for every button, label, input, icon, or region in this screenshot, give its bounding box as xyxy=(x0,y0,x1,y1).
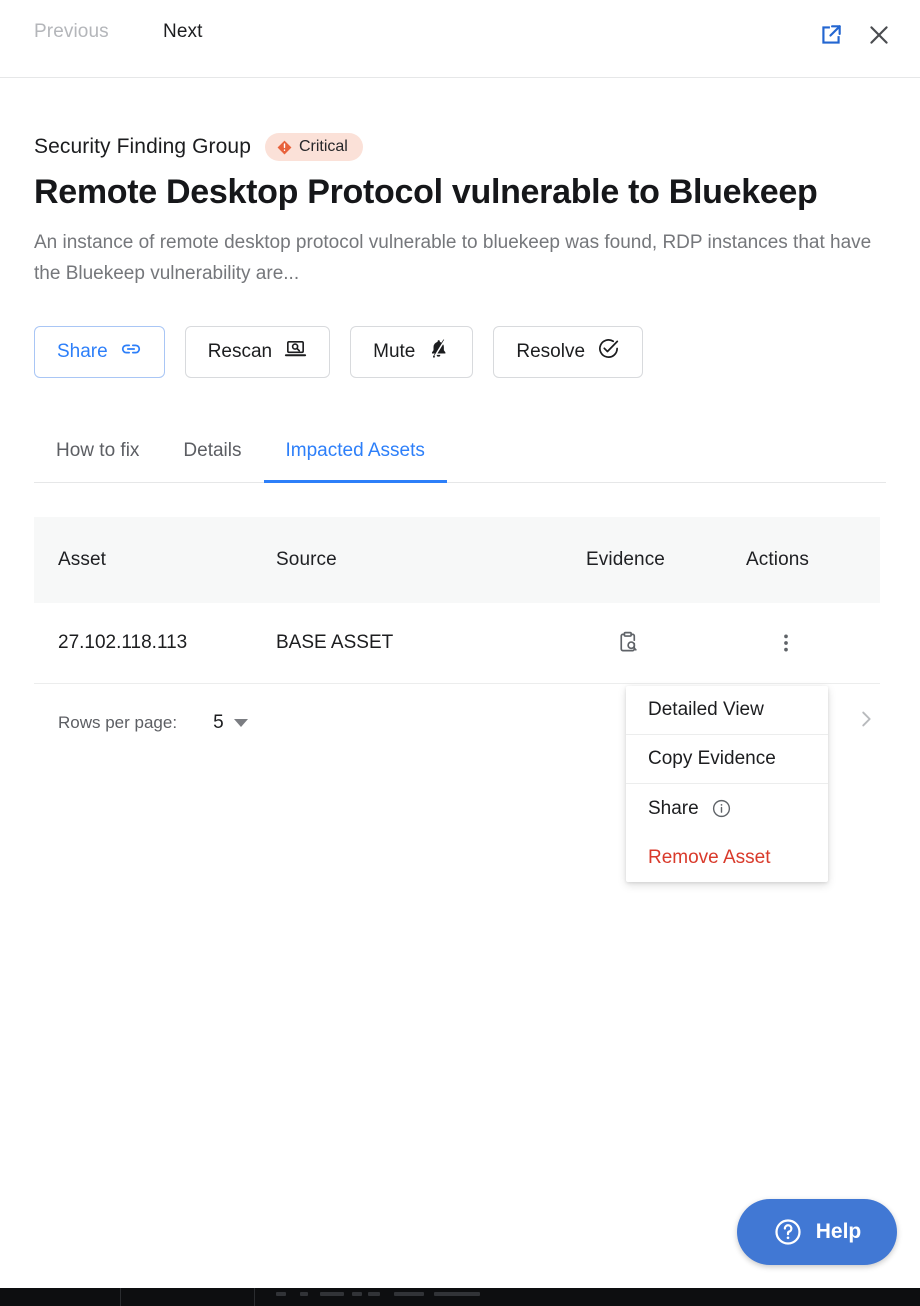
panel-topbar: Previous Next xyxy=(0,0,920,78)
external-link-icon[interactable] xyxy=(818,22,844,48)
resolve-button-label: Resolve xyxy=(516,340,586,362)
cell-actions xyxy=(746,631,880,655)
menu-item-remove-asset[interactable]: Remove Asset xyxy=(626,833,828,882)
previous-button[interactable]: Previous xyxy=(34,21,109,43)
laptop-scan-icon xyxy=(284,337,307,366)
chevron-right-icon xyxy=(855,708,877,735)
menu-item-copy-evidence[interactable]: Copy Evidence xyxy=(626,735,828,784)
column-header-evidence: Evidence xyxy=(586,548,665,570)
close-icon[interactable] xyxy=(866,22,892,48)
tab-how-to-fix[interactable]: How to fix xyxy=(34,430,161,483)
cell-asset: 27.102.118.113 xyxy=(58,631,188,653)
page-title: Remote Desktop Protocol vulnerable to Bl… xyxy=(34,173,818,211)
rows-per-page-value: 5 xyxy=(213,711,224,733)
menu-item-share[interactable]: Share xyxy=(626,784,828,833)
bottom-dark-strip xyxy=(0,1288,920,1306)
tab-impacted-assets[interactable]: Impacted Assets xyxy=(263,430,447,483)
resolve-button[interactable]: Resolve xyxy=(493,325,644,378)
menu-item-label: Remove Asset xyxy=(648,846,771,868)
menu-item-label: Share xyxy=(648,797,699,819)
rescan-button[interactable]: Rescan xyxy=(184,325,331,378)
severity-diamond-icon xyxy=(277,140,292,155)
rescan-button-label: Rescan xyxy=(207,340,273,362)
info-icon[interactable] xyxy=(711,798,732,819)
next-page-button[interactable] xyxy=(846,702,886,742)
column-header-actions: Actions xyxy=(746,548,810,570)
severity-label: Critical xyxy=(298,138,348,155)
finding-action-bar: Share Rescan Mute Resolve xyxy=(34,325,886,378)
kebab-menu-icon[interactable] xyxy=(774,631,798,655)
next-button[interactable]: Next xyxy=(163,21,202,43)
check-circle-icon xyxy=(597,337,620,366)
mute-button[interactable]: Mute xyxy=(350,325,474,378)
finding-detail-panel: Previous Next Security Finding Group Cri… xyxy=(0,0,920,1288)
row-context-menu: Detailed View Copy Evidence Share Remove… xyxy=(626,686,828,882)
help-button[interactable]: Help xyxy=(737,1199,897,1265)
finding-kicker: Security Finding Group xyxy=(34,135,251,158)
menu-item-label: Copy Evidence xyxy=(648,748,776,769)
column-header-source: Source xyxy=(276,548,337,570)
clipboard-search-icon[interactable] xyxy=(615,630,640,655)
detail-tabs: How to fix Details Impacted Assets xyxy=(34,430,886,483)
share-button[interactable]: Share xyxy=(34,325,165,378)
rows-per-page-select[interactable]: 5 xyxy=(213,712,248,734)
finding-kicker-row: Security Finding Group Critical xyxy=(34,133,886,161)
mute-button-label: Mute xyxy=(373,340,416,362)
cell-evidence xyxy=(586,630,746,655)
table-row: 27.102.118.113 BASE ASSET xyxy=(34,602,880,684)
column-header-asset: Asset xyxy=(58,548,107,570)
status-badge: Critical xyxy=(264,133,363,161)
finding-description: An instance of remote desktop protocol v… xyxy=(34,232,872,284)
question-circle-icon xyxy=(773,1217,803,1247)
menu-item-detailed-view[interactable]: Detailed View xyxy=(626,686,828,735)
help-button-label: Help xyxy=(815,1220,862,1243)
chevron-down-icon xyxy=(233,718,248,727)
table-header-row: Asset Source Evidence Actions xyxy=(34,516,880,603)
topbar-icon-group xyxy=(818,22,892,48)
menu-item-label: Detailed View xyxy=(648,699,764,720)
share-button-label: Share xyxy=(57,340,108,362)
tab-details[interactable]: Details xyxy=(161,430,263,483)
cell-source: BASE ASSET xyxy=(276,631,394,653)
rows-per-page-label: Rows per page: xyxy=(58,712,178,732)
link-icon xyxy=(120,338,142,366)
bell-off-icon xyxy=(427,337,450,366)
panel-content: Security Finding Group Critical Remote D… xyxy=(0,133,920,762)
